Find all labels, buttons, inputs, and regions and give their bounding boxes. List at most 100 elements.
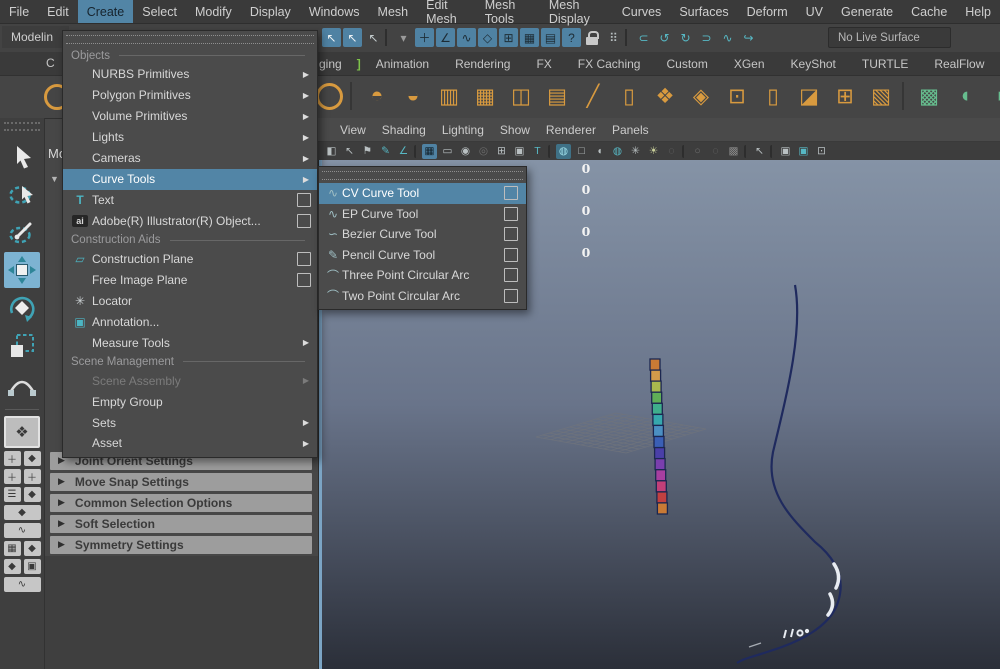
viewport-toolbar-icon[interactable]: □ — [574, 144, 589, 159]
panel-menu-item[interactable]: Panels — [604, 123, 657, 137]
option-box[interactable] — [297, 193, 311, 207]
curve-submenu-item[interactable]: ∽ Bezier Curve Tool — [319, 224, 526, 245]
curve-submenu-item[interactable]: ✎ Pencil Curve Tool — [319, 245, 526, 266]
viewport-toolbar-icon[interactable] — [414, 145, 419, 158]
viewport-toolbar-icon[interactable]: ◌ — [664, 144, 679, 159]
status-icon[interactable]: ↖ — [322, 28, 341, 47]
create-menu-item[interactable]: T Text — [63, 190, 317, 211]
create-menu-item[interactable]: ✳ Locator — [63, 290, 317, 311]
layout-shortcut-button[interactable]: ＋ — [4, 469, 21, 484]
collapsed-section-bar[interactable]: ▶ Move Snap Settings — [50, 473, 312, 491]
menubar-item[interactable]: UV — [797, 0, 832, 23]
create-menu-item[interactable]: Empty Group — [63, 391, 317, 412]
lasso-tool-button[interactable] — [4, 176, 40, 212]
status-icon[interactable]: ◇ — [478, 28, 497, 47]
shelf-tab[interactable]: Custom — [653, 57, 720, 71]
create-menu-item[interactable]: Scene Management — [63, 353, 317, 370]
rotate-tool-button[interactable] — [4, 290, 40, 326]
viewport-toolbar-icon[interactable]: ◧ — [324, 144, 339, 159]
status-icon[interactable]: ⊃ — [697, 28, 716, 47]
shelf-tab[interactable]: KeyShot — [778, 57, 849, 71]
shelf-item-icon[interactable]: ◖ — [950, 81, 980, 111]
status-icon[interactable]: ↺ — [655, 28, 674, 47]
shelf-item-icon[interactable]: ◫ — [506, 81, 536, 111]
menubar-item[interactable]: Surfaces — [670, 0, 737, 23]
viewport-toolbar-icon[interactable] — [744, 145, 749, 158]
create-menu-item[interactable]: Construction Aids — [63, 232, 317, 249]
shelf-item-icon[interactable]: ◓ — [362, 81, 392, 111]
viewport-toolbar-icon[interactable]: T — [530, 144, 545, 159]
create-menu-item[interactable]: ▣ Annotation... — [63, 311, 317, 332]
status-icon[interactable]: ⊂ — [634, 28, 653, 47]
create-menu-item[interactable]: Scene Assembly ▶ — [63, 370, 317, 391]
curve-submenu-item[interactable]: ∿ CV Curve Tool — [319, 183, 526, 204]
status-icon[interactable]: ? — [562, 28, 581, 47]
create-menu-item[interactable]: Volume Primitives ▶ — [63, 106, 317, 127]
status-icon[interactable]: ▤ — [541, 28, 560, 47]
layout-shortcut-button[interactable]: ▦ — [4, 541, 21, 556]
status-icon[interactable]: ⠿ — [604, 28, 623, 47]
create-menu-item[interactable]: ▱ Construction Plane — [63, 249, 317, 270]
shelf-tab[interactable]: XGen — [721, 57, 778, 71]
viewport-toolbar-icon[interactable]: ◌ — [708, 144, 723, 159]
menubar-item[interactable]: Modify — [186, 0, 241, 23]
create-menu-item[interactable]: Cameras ▶ — [63, 148, 317, 169]
shelf-item-icon[interactable] — [350, 82, 356, 110]
menubar-item[interactable]: Deform — [738, 0, 797, 23]
menubar-item[interactable]: Display — [241, 0, 300, 23]
option-box[interactable] — [504, 227, 518, 241]
shelf-item-icon[interactable]: ▥ — [434, 81, 464, 111]
move-tool-button[interactable] — [4, 252, 40, 288]
shelf-item-icon[interactable]: ❖ — [650, 81, 680, 111]
shelf-item-icon[interactable]: ◗ — [986, 81, 1000, 111]
poly-column-object[interactable] — [650, 359, 667, 514]
menubar-item[interactable]: Generate — [832, 0, 902, 23]
create-menu-item[interactable]: Sets ▶ — [63, 412, 317, 433]
shelf-item-icon[interactable]: ◈ — [686, 81, 716, 111]
layout-shortcut-button[interactable]: ＋ — [4, 451, 21, 466]
panel-menu-item[interactable]: View — [332, 123, 374, 137]
viewport-toolbar-icon[interactable] — [682, 145, 687, 158]
viewport-toolbar-icon[interactable]: ◍ — [610, 144, 625, 159]
panel-menu-item[interactable]: Show — [492, 123, 538, 137]
panel-menu-item[interactable]: Renderer — [538, 123, 604, 137]
live-surface-field[interactable]: No Live Surface — [828, 27, 951, 48]
layout-shortcut-button[interactable]: ◆ — [24, 487, 41, 502]
panel-menu-item[interactable]: Lighting — [434, 123, 492, 137]
create-menu-item[interactable]: Measure Tools ▶ — [63, 332, 317, 353]
menubar-item[interactable]: Cache — [902, 0, 956, 23]
status-icon[interactable] — [625, 29, 632, 46]
shelf-tab[interactable]: Rendering — [442, 57, 523, 71]
menubar-item[interactable]: Curves — [613, 0, 671, 23]
status-icon[interactable]: ↖ — [364, 28, 383, 47]
shelf-tab[interactable]: FX Caching — [565, 57, 654, 71]
viewport-toolbar-icon[interactable]: ◖ — [592, 144, 607, 159]
layout-shortcut-button[interactable]: ∿ — [4, 523, 41, 538]
shelf-item-icon[interactable]: ⊡ — [722, 81, 752, 111]
shelf-item-icon[interactable]: ◒ — [398, 81, 428, 111]
status-icon[interactable] — [385, 29, 392, 46]
layout-shortcut-button[interactable]: ◆ — [24, 451, 41, 466]
option-box[interactable] — [297, 252, 311, 266]
shelf-item-icon[interactable]: ◪ — [794, 81, 824, 111]
viewport-toolbar-icon[interactable]: ▣ — [778, 144, 793, 159]
viewport-toolbar-icon[interactable]: ✳ — [628, 144, 643, 159]
viewport-toolbar-icon[interactable] — [770, 145, 775, 158]
shelf-item-icon[interactable]: ▯ — [614, 81, 644, 111]
paint-select-tool-button[interactable] — [4, 214, 40, 250]
layout-shortcut-button[interactable]: ▣ — [24, 559, 41, 574]
viewport-toolbar-icon[interactable]: ◎ — [476, 144, 491, 159]
create-menu-item[interactable]: Asset ▶ — [63, 433, 317, 454]
menubar-item[interactable]: Windows — [300, 0, 369, 23]
shelf-item-icon[interactable]: ▦ — [470, 81, 500, 111]
menubar-item[interactable]: Select — [133, 0, 186, 23]
curve-submenu-item[interactable]: ∿ EP Curve Tool — [319, 204, 526, 225]
shelf-sphere-icon[interactable] — [316, 83, 343, 110]
menubar-item[interactable]: Mesh Tools — [476, 0, 540, 23]
layout-shortcut-button[interactable]: ＋ — [24, 469, 41, 484]
collapsed-section-bar[interactable]: ▶ Soft Selection — [50, 515, 312, 533]
create-menu-item[interactable]: Polygon Primitives ▶ — [63, 85, 317, 106]
create-menu-item[interactable]: Curve Tools ▶ — [63, 169, 317, 190]
menubar-item[interactable]: Mesh — [369, 0, 418, 23]
viewport-toolbar-icon[interactable]: ☀ — [646, 144, 661, 159]
